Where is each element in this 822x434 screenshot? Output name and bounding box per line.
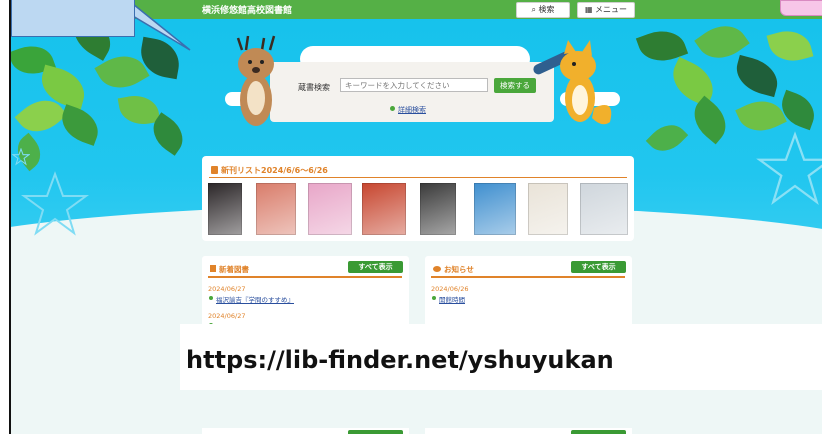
book-icon (210, 265, 216, 272)
panel-title-text: 新着図書 (219, 265, 249, 274)
new-books-list-panel: 新刊リスト2024/6/6〜6/26 (202, 156, 634, 241)
panel-title-text: お知らせ (444, 265, 474, 274)
speech-bubble-icon (433, 266, 441, 272)
news-panel: お知らせ すべて表示 2024/06/26 開館時間 (425, 256, 632, 328)
show-all-button[interactable]: すべて表示 (348, 261, 403, 273)
new-list-title: 新刊リスト2024/6/6〜6/26 (211, 165, 328, 176)
news-item-link[interactable]: 開館時間 (439, 294, 465, 304)
new-books-panel: 新着図書 すべて表示 2024/06/27 福沢諭吉『学問のすすめ』 2024/… (202, 256, 409, 328)
star-icon (20, 171, 90, 236)
cover-3[interactable] (308, 183, 352, 235)
deer-mascot-icon (236, 35, 276, 126)
fox-mascot-icon (533, 40, 612, 125)
panel-title: 新着図書 (210, 264, 249, 275)
search-panel: 蔵書検索 検索する 詳細検索 (270, 62, 554, 122)
site-title[interactable]: 横浜修悠館高校図書館 (202, 3, 292, 16)
cover-4[interactable] (362, 183, 406, 235)
pink-tag-decoration (780, 0, 822, 16)
cover-7[interactable] (528, 183, 568, 235)
grid-icon: ▦ (584, 5, 593, 14)
url-text: https://lib-finder.net/yshuyukan (186, 346, 614, 374)
item-date: 2024/06/27 (208, 312, 246, 320)
divider (209, 177, 627, 178)
advanced-search-link[interactable]: 詳細検索 (398, 105, 426, 115)
news-item-link[interactable]: 福沢諭吉『学問のすすめ』 (216, 294, 294, 304)
left-border (0, 0, 11, 434)
book-icon (211, 166, 218, 174)
search-button-label: 検索 (538, 5, 555, 14)
bottom-panel (425, 428, 632, 434)
search-button[interactable]: ⌕ 検索 (516, 2, 570, 18)
menu-button[interactable]: ▦ メニュー (577, 2, 635, 18)
item-date: 2024/06/27 (208, 285, 246, 293)
circle-arrow-icon (209, 296, 213, 300)
show-all-button[interactable]: すべて表示 (571, 261, 626, 273)
divider (208, 276, 402, 278)
cover-2[interactable] (256, 183, 296, 235)
star-icon (12, 148, 30, 166)
show-all-button[interactable] (571, 430, 626, 434)
cover-8[interactable] (580, 183, 628, 235)
item-date: 2024/06/26 (431, 285, 469, 293)
circle-arrow-icon (432, 296, 436, 300)
search-label: 蔵書検索 (298, 83, 330, 92)
panel-title: お知らせ (433, 264, 474, 275)
star-icon (756, 131, 822, 205)
callout-box (11, 0, 135, 37)
divider (431, 276, 625, 278)
show-all-button[interactable] (348, 430, 403, 434)
circle-arrow-icon (390, 106, 395, 111)
cover-5[interactable] (420, 183, 456, 235)
search-input[interactable] (340, 78, 488, 92)
search-icon: ⌕ (531, 5, 536, 14)
menu-button-label: メニュー (595, 5, 628, 14)
cover-6[interactable] (474, 183, 516, 235)
url-overlay: https://lib-finder.net/yshuyukan (180, 324, 822, 390)
page-frame: 蔵書検索 検索する 詳細検索 新刊リスト2024/6/6〜6/26 新着図書 す… (0, 0, 822, 434)
cover-1[interactable] (208, 183, 242, 235)
new-list-title-text: 新刊リスト2024/6/6〜6/26 (221, 166, 328, 175)
bottom-panel (202, 428, 409, 434)
